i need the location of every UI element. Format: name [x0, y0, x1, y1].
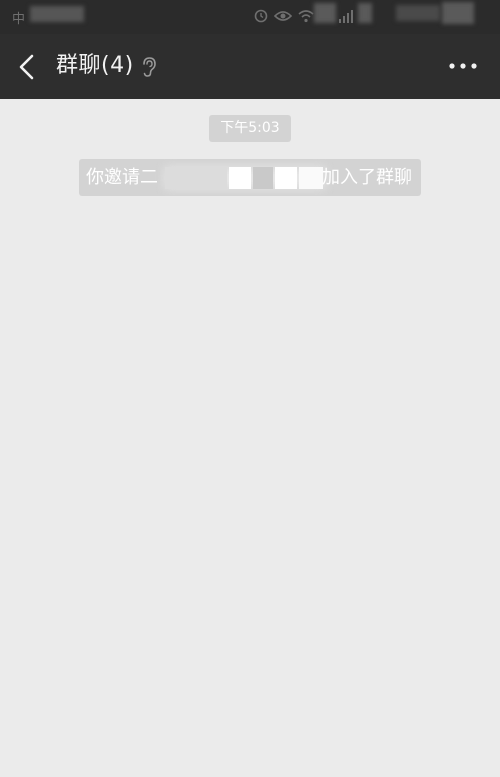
- ear-icon: [143, 57, 156, 77]
- status-bar: 中: [0, 0, 500, 34]
- alarm-icon: [254, 9, 268, 23]
- redacted-status: [358, 3, 372, 23]
- chat-area[interactable]: 下午5:03 你邀请二 加入了群聊: [0, 99, 500, 777]
- signal-icon: [339, 10, 353, 23]
- message-timestamp: 下午5:03: [209, 115, 291, 142]
- redacted-clock: [442, 2, 474, 24]
- redacted-battery: [396, 5, 440, 21]
- notice-suffix-text: 加入了群聊: [322, 167, 412, 188]
- redacted-status: [314, 3, 336, 23]
- back-button[interactable]: [12, 52, 42, 82]
- nav-bar: 群聊(4): [0, 34, 500, 99]
- redacted-member-names: [165, 163, 325, 192]
- status-icons: [254, 2, 494, 27]
- page-title: 群聊(4): [56, 53, 134, 78]
- redacted-carrier: [30, 6, 84, 22]
- more-options-button[interactable]: [448, 56, 478, 76]
- carrier-name: 中: [12, 12, 27, 27]
- system-notice: 你邀请二 加入了群聊: [79, 159, 421, 196]
- notice-prefix-text: 你邀请二: [86, 167, 158, 188]
- chat-screen: 中 群聊(4) 下午5:03 你邀请二 加入了群聊: [0, 0, 500, 777]
- eye-icon: [274, 11, 292, 21]
- wifi-icon: [298, 10, 314, 23]
